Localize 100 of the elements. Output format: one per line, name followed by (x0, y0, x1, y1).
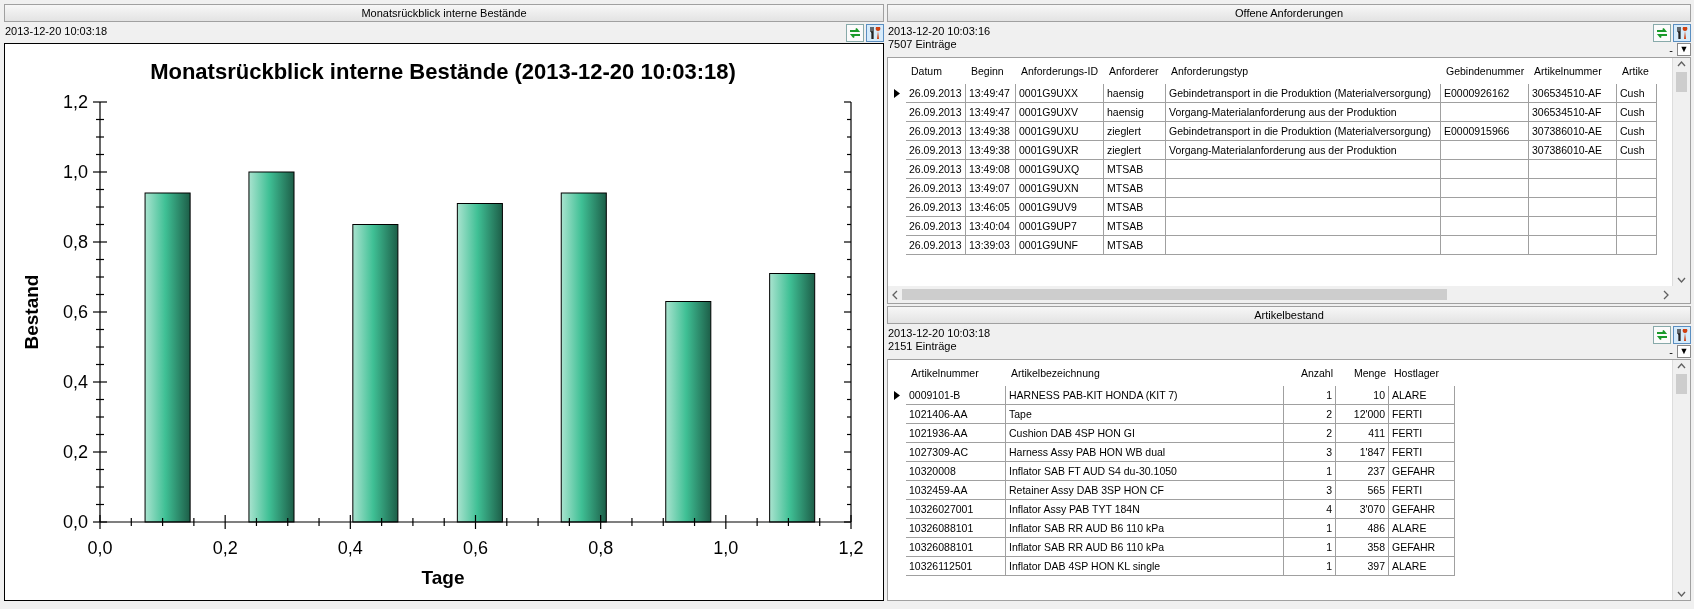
table-cell: 237 (1336, 462, 1389, 481)
table-cell: Gebindetransport in die Produktion (Materialversorgung) (1166, 84, 1441, 103)
scrollbar-thumb[interactable] (1676, 374, 1687, 394)
table-cell: Harness Assy PAB HON WB dual (1006, 443, 1284, 462)
column-header[interactable]: Anforderungstyp (1166, 58, 1441, 84)
table-cell: FERTI (1389, 424, 1455, 443)
table-cell: GEFAHR (1389, 462, 1455, 481)
tick-label: 0,6 (62, 302, 88, 322)
settings-button[interactable] (1673, 326, 1691, 344)
refresh-button[interactable] (1653, 326, 1671, 344)
table-cell: 13:49:07 (966, 179, 1016, 198)
table-cell: 1 (1284, 557, 1336, 576)
empty-cell (1617, 217, 1657, 236)
table-cell: Cush (1617, 122, 1657, 141)
column-header[interactable]: Datum (906, 58, 966, 84)
table-cell: MTSAB (1104, 236, 1166, 255)
table-cell: 307386010-AE (1529, 141, 1617, 160)
empty-cell (1617, 160, 1657, 179)
table-cell: 1 (1284, 538, 1336, 557)
table-cell: 10 (1336, 386, 1389, 405)
tick-label: 1,2 (838, 538, 864, 558)
table-cell: Cush (1617, 141, 1657, 160)
table-cell: 26.09.2013 (906, 84, 966, 103)
table-cell: FERTI (1389, 405, 1455, 424)
column-header[interactable]: Beginn (966, 58, 1016, 84)
refresh-button[interactable] (1653, 24, 1671, 42)
table-cell: 565 (1336, 481, 1389, 500)
collapse-toggle[interactable]: - (1669, 43, 1673, 56)
table-cell: 1'847 (1336, 443, 1389, 462)
table-cell: 306534510-AF (1529, 84, 1617, 103)
table-cell: 13:49:38 (966, 141, 1016, 160)
column-header[interactable]: Anzahl (1284, 360, 1336, 386)
entry-count: 2151 Einträge (888, 340, 958, 353)
table-cell: Cushion DAB 4SP HON GI (1006, 424, 1284, 443)
table-cell: 26.09.2013 (906, 160, 966, 179)
table-cell: FERTI (1389, 443, 1455, 462)
table-cell: Inflator SAB RR AUD B6 110 kPa (1006, 538, 1284, 557)
dropdown-button[interactable]: ▼ (1677, 345, 1691, 358)
tick-label: 0,6 (463, 538, 488, 558)
table-cell: 0001G9UXU (1016, 122, 1104, 141)
table-cell: 26.09.2013 (906, 103, 966, 122)
tick-label: 1,0 (62, 162, 88, 182)
table-cell: Tape (1006, 405, 1284, 424)
table-cell: ALARE (1389, 557, 1455, 576)
table-cell: Inflator SAB RR AUD B6 110 kPa (1006, 519, 1284, 538)
table-cell: MTSAB (1104, 160, 1166, 179)
scrollbar-thumb[interactable] (1676, 72, 1687, 92)
refresh-icon (1655, 26, 1669, 40)
table-cell: 26.09.2013 (906, 179, 966, 198)
tools-icon (1675, 328, 1689, 342)
column-header[interactable]: Artikelbezeichnung (1006, 360, 1284, 386)
timestamp: 2013-12-20 10:03:18 (888, 327, 991, 340)
tick-label: 0,2 (62, 442, 88, 462)
column-header[interactable]: Artikelnummer (906, 360, 1006, 386)
table-cell: 1027309-AC (906, 443, 1006, 462)
refresh-icon (848, 26, 862, 40)
table-cell: 2 (1284, 405, 1336, 424)
table-cell: Inflator Assy PAB TYT 184N (1006, 500, 1284, 519)
settings-button[interactable] (866, 24, 884, 42)
table-cell: 3'070 (1336, 500, 1389, 519)
table-cell: 1 (1284, 519, 1336, 538)
table-cell: MTSAB (1104, 198, 1166, 217)
table-cell: 26.09.2013 (906, 198, 966, 217)
table-cell: 26.09.2013 (906, 217, 966, 236)
table-cell: 0001G9UXN (1016, 179, 1104, 198)
table-cell: 10326088101 (906, 519, 1006, 538)
table-cell: 26.09.2013 (906, 236, 966, 255)
column-header[interactable]: Gebindenummer (1441, 58, 1529, 84)
panel-title: Offene Anforderungen (887, 4, 1691, 22)
table-cell: Vorgang-Materialanforderung aus der Produktion (1166, 141, 1441, 160)
column-header[interactable]: Hostlager (1389, 360, 1455, 386)
collapse-toggle[interactable]: - (1669, 345, 1673, 358)
column-header[interactable]: Anforderer (1104, 58, 1166, 84)
table-cell: 13:49:47 (966, 103, 1016, 122)
table-cell: haensig (1104, 103, 1166, 122)
refresh-button[interactable] (846, 24, 864, 42)
tick-label: 0,8 (588, 538, 614, 558)
table-cell: 1 (1284, 386, 1336, 405)
column-header[interactable]: Menge (1336, 360, 1389, 386)
table-cell: GEFAHR (1389, 538, 1455, 557)
table-cell: Cush (1617, 103, 1657, 122)
table-cell: MTSAB (1104, 217, 1166, 236)
table-cell: 13:39:03 (966, 236, 1016, 255)
scrollbar-thumb[interactable] (902, 289, 1448, 300)
table-cell: Cush (1617, 84, 1657, 103)
tools-icon (1675, 26, 1689, 40)
column-header[interactable]: Artike (1617, 58, 1657, 84)
table-cell: 411 (1336, 424, 1389, 443)
empty-cell (1617, 236, 1657, 255)
settings-button[interactable] (1673, 24, 1691, 42)
chart-title: Monatsrückblick interne Bestände (2013-12-20 10:03:18) (150, 59, 736, 84)
table-cell: 2 (1284, 424, 1336, 443)
column-header[interactable]: Anforderungs-ID (1016, 58, 1104, 84)
dropdown-button[interactable]: ▼ (1677, 43, 1691, 56)
column-header[interactable]: Artikelnummer (1529, 58, 1617, 84)
table-cell: 10326088101 (906, 538, 1006, 557)
table-cell: 13:49:47 (966, 84, 1016, 103)
table-cell: 26.09.2013 (906, 141, 966, 160)
table-cell: zieglert (1104, 122, 1166, 141)
table-cell: 3 (1284, 443, 1336, 462)
